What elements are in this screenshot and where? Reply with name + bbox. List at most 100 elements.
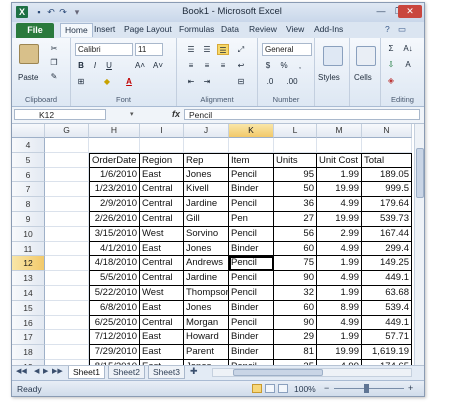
paste-button[interactable]: Paste — [18, 72, 38, 83]
cell-n9[interactable]: 539.73 — [362, 212, 412, 227]
cell-g7[interactable] — [45, 182, 89, 198]
cell-g11[interactable] — [45, 241, 89, 257]
row-header-4[interactable]: 4 — [12, 138, 45, 153]
cell-k15[interactable]: Binder — [229, 300, 274, 316]
row-header-9[interactable]: 9 — [12, 212, 45, 227]
cell-h15[interactable]: 6/8/2010 — [89, 300, 140, 316]
row-header-16[interactable]: 16 — [12, 315, 45, 331]
align-center-icon[interactable]: ≡ — [201, 60, 213, 71]
paste-icon[interactable] — [19, 44, 39, 64]
cell-g8[interactable] — [45, 197, 89, 212]
table-header-cell[interactable]: Rep — [184, 152, 229, 168]
cell-g14[interactable] — [45, 286, 89, 301]
row-header-6[interactable]: 6 — [12, 167, 45, 183]
cell-k8[interactable]: Pencil — [229, 197, 274, 212]
orientation-icon[interactable]: ⤢ — [235, 44, 247, 55]
cell-i17[interactable]: East — [140, 330, 184, 346]
font-name-select[interactable]: Calibri — [75, 43, 133, 56]
row-header-7[interactable]: 7 — [12, 182, 45, 198]
cell-i7[interactable]: Central — [140, 182, 184, 198]
merge-center-icon[interactable]: ⊟ — [235, 76, 247, 87]
cell-h18[interactable]: 7/29/2010 — [89, 345, 140, 360]
cell-l13[interactable]: 90 — [274, 271, 317, 286]
page-break-view-icon[interactable] — [278, 384, 288, 393]
sheet-tab-sheet3[interactable]: Sheet3 — [148, 366, 185, 379]
table-header-cell[interactable]: Unit Cost — [317, 152, 362, 168]
zoom-slider[interactable] — [334, 388, 404, 389]
format-painter-icon[interactable]: ✎ — [48, 71, 60, 82]
cell-j18[interactable]: Parent — [184, 345, 229, 360]
first-sheet-icon[interactable]: ◀◀ — [16, 367, 27, 375]
borders-icon[interactable]: ⊞ — [75, 76, 87, 87]
font-color-button[interactable]: A — [123, 76, 135, 87]
tab-formulas[interactable]: Formulas — [179, 24, 214, 34]
cell-l9[interactable]: 27 — [274, 212, 317, 227]
cell-k12[interactable]: Pencil — [229, 256, 274, 272]
row-header-12[interactable]: 12 — [12, 256, 45, 272]
cell-i18[interactable]: East — [140, 345, 184, 360]
cell-h6[interactable]: 1/6/2010 — [89, 167, 140, 183]
select-all-corner[interactable] — [12, 124, 45, 138]
row-header-14[interactable]: 14 — [12, 286, 45, 301]
decrease-indent-icon[interactable]: ⇤ — [185, 76, 197, 87]
cell-k10[interactable]: Pencil — [229, 226, 274, 242]
worksheet-grid[interactable]: G H I J K L M N 4 5 OrderDate Region Rep Item Units Uni… — [12, 124, 414, 365]
decrease-decimal-button[interactable]: .00 — [282, 76, 302, 87]
cell-m9[interactable]: 19.99 — [317, 212, 362, 227]
align-left-icon[interactable]: ≡ — [185, 60, 197, 71]
cell-l10[interactable]: 56 — [274, 226, 317, 242]
align-middle-icon[interactable]: ☰ — [201, 44, 213, 55]
next-sheet-icon[interactable]: ▶ — [43, 367, 48, 375]
shrink-font-button[interactable]: A˅ — [151, 60, 165, 71]
cell-n18[interactable]: 1,619.19 — [362, 345, 412, 360]
cell-n14[interactable]: 63.68 — [362, 286, 412, 301]
normal-view-icon[interactable] — [252, 384, 262, 393]
column-header-m[interactable]: M — [317, 124, 362, 138]
cell-m11[interactable]: 4.99 — [317, 241, 362, 257]
vertical-scroll-thumb[interactable] — [416, 148, 424, 198]
cell-m8[interactable]: 4.99 — [317, 197, 362, 212]
horizontal-scroll-thumb[interactable] — [233, 369, 323, 376]
currency-button[interactable]: $ — [262, 60, 274, 71]
zoom-slider-knob[interactable] — [364, 384, 369, 393]
column-header-k[interactable]: K — [229, 124, 274, 138]
cut-icon[interactable]: ✂ — [48, 43, 60, 54]
column-header-j[interactable]: J — [184, 124, 229, 138]
cell-i16[interactable]: Central — [140, 315, 184, 331]
column-header-l[interactable]: L — [274, 124, 317, 138]
cell-l18[interactable]: 81 — [274, 345, 317, 360]
tab-data[interactable]: Data — [221, 24, 239, 34]
cell-n13[interactable]: 449.1 — [362, 271, 412, 286]
cell-j17[interactable]: Howard — [184, 330, 229, 346]
cell-n12[interactable]: 149.25 — [362, 256, 412, 272]
cell-j12[interactable]: Andrews — [184, 256, 229, 272]
grow-font-button[interactable]: A˄ — [133, 60, 147, 71]
row-header-8[interactable]: 8 — [12, 197, 45, 212]
sort-filter-button[interactable]: A↓ — [401, 43, 415, 54]
cell-h9[interactable]: 2/26/2010 — [89, 212, 140, 227]
wrap-text-icon[interactable]: ↩ — [235, 60, 247, 71]
cell-h17[interactable]: 7/12/2010 — [89, 330, 140, 346]
cell-m10[interactable]: 2.99 — [317, 226, 362, 242]
name-box-dropdown-icon[interactable]: ▾ — [130, 110, 134, 118]
cell-k9[interactable]: Pen — [229, 212, 274, 227]
formula-input[interactable]: Pencil — [184, 109, 420, 120]
sheet-tab-sheet2[interactable]: Sheet2 — [108, 366, 145, 379]
last-sheet-icon[interactable]: ▶▶ — [52, 367, 63, 375]
cell-j8[interactable]: Jardine — [184, 197, 229, 212]
cell-i8[interactable]: Central — [140, 197, 184, 212]
cell-k13[interactable]: Pencil — [229, 271, 274, 286]
cell-j4[interactable] — [184, 138, 229, 153]
customize-qat-icon[interactable]: ▾ — [72, 6, 82, 18]
row-header-10[interactable]: 10 — [12, 226, 45, 242]
cell-g18[interactable] — [45, 345, 89, 360]
column-header-h[interactable]: H — [89, 124, 140, 138]
cell-j7[interactable]: Kivell — [184, 182, 229, 198]
styles-icon[interactable] — [323, 46, 343, 66]
cell-j11[interactable]: Jones — [184, 241, 229, 257]
ribbon-minimize-icon[interactable]: ▭ — [398, 24, 406, 35]
find-select-button[interactable]: A — [401, 59, 415, 70]
cell-h16[interactable]: 6/25/2010 — [89, 315, 140, 331]
cell-h14[interactable]: 5/22/2010 — [89, 286, 140, 301]
cell-l14[interactable]: 32 — [274, 286, 317, 301]
